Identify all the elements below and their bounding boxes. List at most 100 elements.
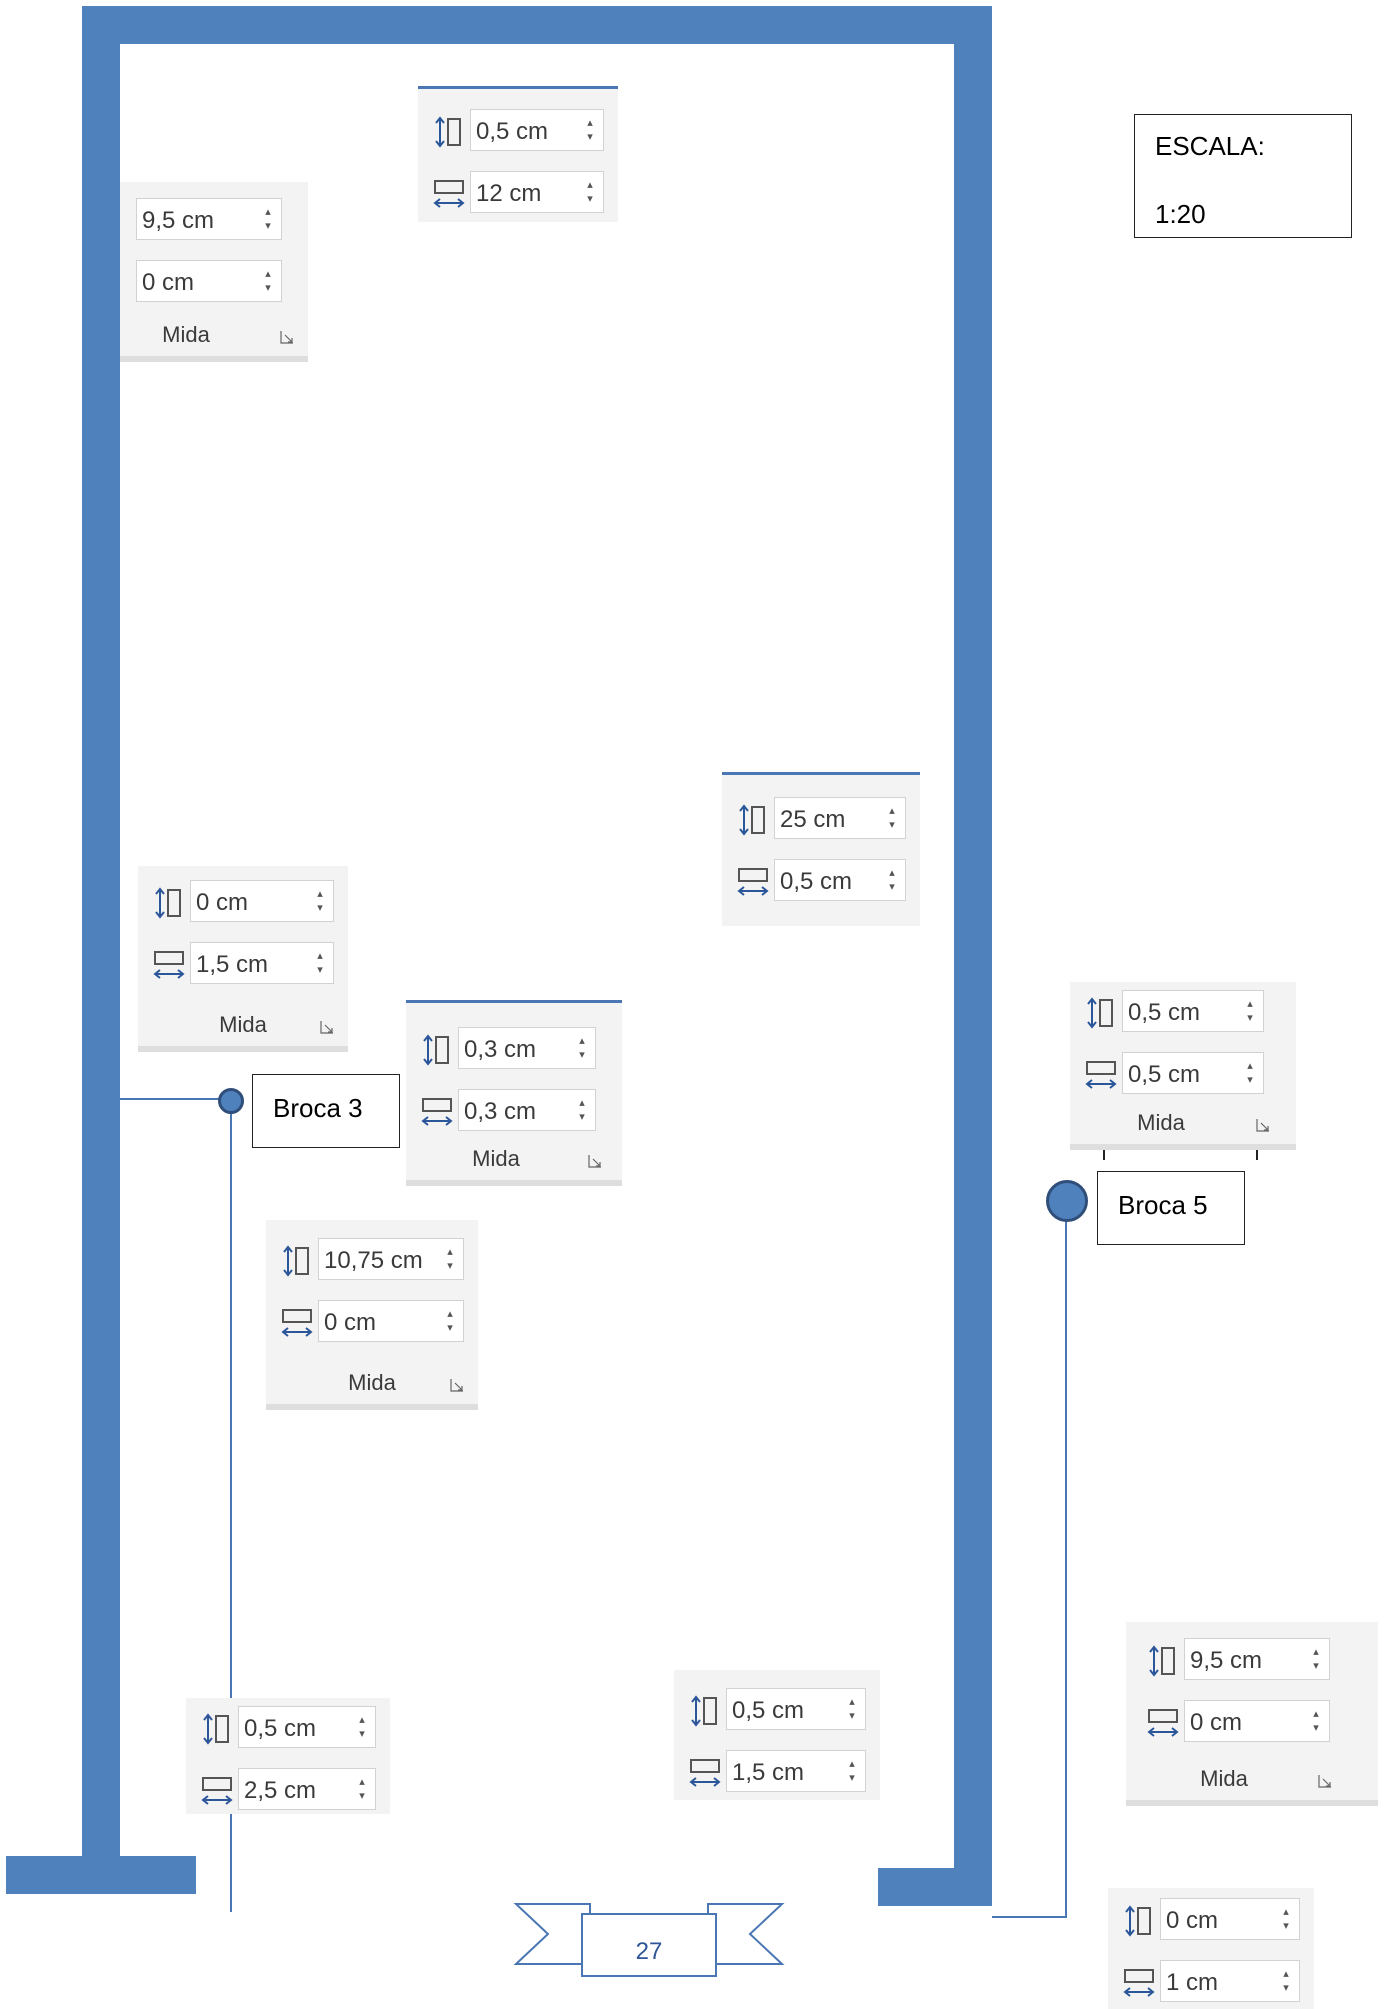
height-field[interactable]: 0,5 cm ▴ ▾ (470, 109, 604, 151)
height-spinner[interactable]: ▴ ▾ (1311, 1645, 1321, 1675)
size-panel: 10,75 cm ▴ ▾ 0 cm ▴ ▾ Mida (266, 1220, 478, 1410)
height-spinner[interactable]: ▴ ▾ (577, 1034, 587, 1064)
height-spinner[interactable]: ▴ ▾ (887, 804, 897, 834)
shape-height-icon (283, 1245, 309, 1277)
width-spinner[interactable]: ▴ ▾ (847, 1757, 857, 1787)
width-field[interactable]: 2,5 cm ▴ ▾ (238, 1768, 376, 1810)
height-field[interactable]: 0,5 cm ▴ ▾ (1122, 990, 1264, 1032)
width-row: 12 cm ▴ ▾ (424, 171, 612, 215)
height-value: 0,5 cm (244, 1715, 317, 1742)
size-panel: 0,5 cm ▴ ▾ 1,5 cm ▴ ▾ (674, 1670, 880, 1800)
height-field[interactable]: 0 cm ▴ ▾ (1160, 1898, 1300, 1940)
height-field[interactable]: 0,3 cm ▴ ▾ (458, 1027, 596, 1069)
width-spinner[interactable]: ▴ ▾ (263, 267, 273, 297)
width-field[interactable]: 0 cm ▴ ▾ (136, 260, 282, 302)
height-row: 0 cm ▴ ▾ (144, 880, 342, 924)
panel-label: Mida (348, 1370, 396, 1395)
height-field[interactable]: 0,5 cm ▴ ▾ (238, 1706, 376, 1748)
height-spinner[interactable]: ▴ ▾ (357, 1713, 367, 1743)
width-spinner[interactable]: ▴ ▾ (1311, 1707, 1321, 1737)
broca5-tick-right (1256, 1150, 1258, 1160)
height-spinner[interactable]: ▴ ▾ (585, 116, 595, 146)
width-row: 0 cm ▴ ▾ (272, 1300, 472, 1344)
dialog-launcher-icon[interactable] (588, 1154, 602, 1168)
width-field[interactable]: 0,3 cm ▴ ▾ (458, 1089, 596, 1131)
width-field[interactable]: 0 cm ▴ ▾ (318, 1300, 464, 1342)
width-field[interactable]: 0,5 cm ▴ ▾ (1122, 1052, 1264, 1094)
height-spinner[interactable]: ▴ ▾ (263, 205, 273, 235)
panel-label: Mida (162, 322, 210, 347)
shape-width-icon (1147, 1709, 1179, 1737)
callout-broca5-label: Broca 5 (1118, 1190, 1208, 1220)
height-row: 0,5 cm ▴ ▾ (1076, 990, 1290, 1034)
width-row: 2,5 cm ▴ ▾ (192, 1768, 384, 1812)
shape-height-icon (423, 1034, 449, 1066)
width-value: 1,5 cm (732, 1759, 805, 1786)
shape-width-icon (153, 951, 185, 979)
size-panel: 0,5 cm ▴ ▾ 2,5 cm ▴ ▾ (186, 1698, 390, 1814)
height-value: 0,3 cm (464, 1036, 537, 1063)
width-row: 1 cm ▴ ▾ (1114, 1960, 1308, 2004)
width-field[interactable]: 1,5 cm ▴ ▾ (726, 1750, 866, 1792)
shape-height-icon (691, 1695, 717, 1727)
width-spinner[interactable]: ▴ ▾ (887, 866, 897, 896)
dialog-launcher-icon[interactable] (450, 1378, 464, 1392)
height-field[interactable]: 0,5 cm ▴ ▾ (726, 1688, 866, 1730)
broca5-leader-vertical (1065, 1200, 1067, 1918)
dialog-launcher-icon[interactable] (1318, 1774, 1332, 1788)
width-spinner[interactable]: ▴ ▾ (1281, 1967, 1291, 1997)
height-field[interactable]: 9,5 cm ▴ ▾ (136, 198, 282, 240)
width-value: 0,3 cm (464, 1098, 537, 1125)
panel-label: Mida (1200, 1766, 1248, 1791)
height-field[interactable]: 0 cm ▴ ▾ (190, 880, 334, 922)
width-spinner[interactable]: ▴ ▾ (1245, 1059, 1255, 1089)
shape-width-icon (421, 1098, 453, 1126)
shape-height-icon (739, 804, 765, 836)
scale-title: ESCALA: (1155, 131, 1265, 161)
width-spinner[interactable]: ▴ ▾ (445, 1307, 455, 1337)
width-spinner[interactable]: ▴ ▾ (357, 1775, 367, 1805)
width-row: 0,3 cm ▴ ▾ (412, 1089, 616, 1133)
broca3-marker-dot (218, 1088, 244, 1114)
panel-label: Mida (472, 1146, 520, 1171)
height-spinner[interactable]: ▴ ▾ (1281, 1905, 1291, 1935)
dialog-launcher-icon[interactable] (280, 330, 294, 344)
height-field[interactable]: 10,75 cm ▴ ▾ (318, 1238, 464, 1280)
width-field[interactable]: 12 cm ▴ ▾ (470, 171, 604, 213)
height-value: 0 cm (196, 889, 249, 916)
frame-right-bar (954, 6, 992, 1906)
broca5-leader-horizontal (992, 1916, 1067, 1918)
width-field[interactable]: 0 cm ▴ ▾ (1184, 1700, 1330, 1742)
callout-broca3-label: Broca 3 (273, 1093, 363, 1123)
height-row: 0,5 cm ▴ ▾ (680, 1688, 874, 1732)
panel-label: Mida (219, 1012, 267, 1037)
height-spinner[interactable]: ▴ ▾ (315, 887, 325, 917)
height-field[interactable]: 25 cm ▴ ▾ (774, 797, 906, 839)
width-spinner[interactable]: ▴ ▾ (585, 178, 595, 208)
width-spinner[interactable]: ▴ ▾ (577, 1096, 587, 1126)
width-field[interactable]: 1 cm ▴ ▾ (1160, 1960, 1300, 2002)
dialog-launcher-icon[interactable] (1256, 1118, 1270, 1132)
dialog-launcher-icon[interactable] (320, 1020, 334, 1034)
height-value: 0,5 cm (732, 1697, 805, 1724)
panel-label: Mida (1137, 1110, 1185, 1135)
height-value: 0,5 cm (476, 118, 549, 145)
height-spinner[interactable]: ▴ ▾ (445, 1245, 455, 1275)
broca3-leader-horizontal (120, 1098, 232, 1100)
shape-width-icon (433, 180, 465, 208)
shape-height-icon (203, 1713, 229, 1745)
height-spinner[interactable]: ▴ ▾ (1245, 997, 1255, 1027)
width-row: 0 cm ▴ ▾ (1132, 1700, 1372, 1744)
width-spinner[interactable]: ▴ ▾ (315, 949, 325, 979)
size-panel: 0,5 cm ▴ ▾ 0,5 cm ▴ ▾ Mida (1070, 982, 1296, 1150)
frame-bottom-left-foot (6, 1856, 196, 1894)
size-panel: 9,5 cm ▴ ▾ 0 cm ▴ ▾ Mida (1126, 1622, 1378, 1806)
width-field[interactable]: 0,5 cm ▴ ▾ (774, 859, 906, 901)
width-field[interactable]: 1,5 cm ▴ ▾ (190, 942, 334, 984)
shape-width-icon (737, 868, 769, 896)
height-spinner[interactable]: ▴ ▾ (847, 1695, 857, 1725)
height-value: 10,75 cm (324, 1247, 423, 1274)
height-field[interactable]: 9,5 cm ▴ ▾ (1184, 1638, 1330, 1680)
width-row: 1,5 cm ▴ ▾ (680, 1750, 874, 1794)
width-value: 0 cm (1190, 1709, 1243, 1736)
